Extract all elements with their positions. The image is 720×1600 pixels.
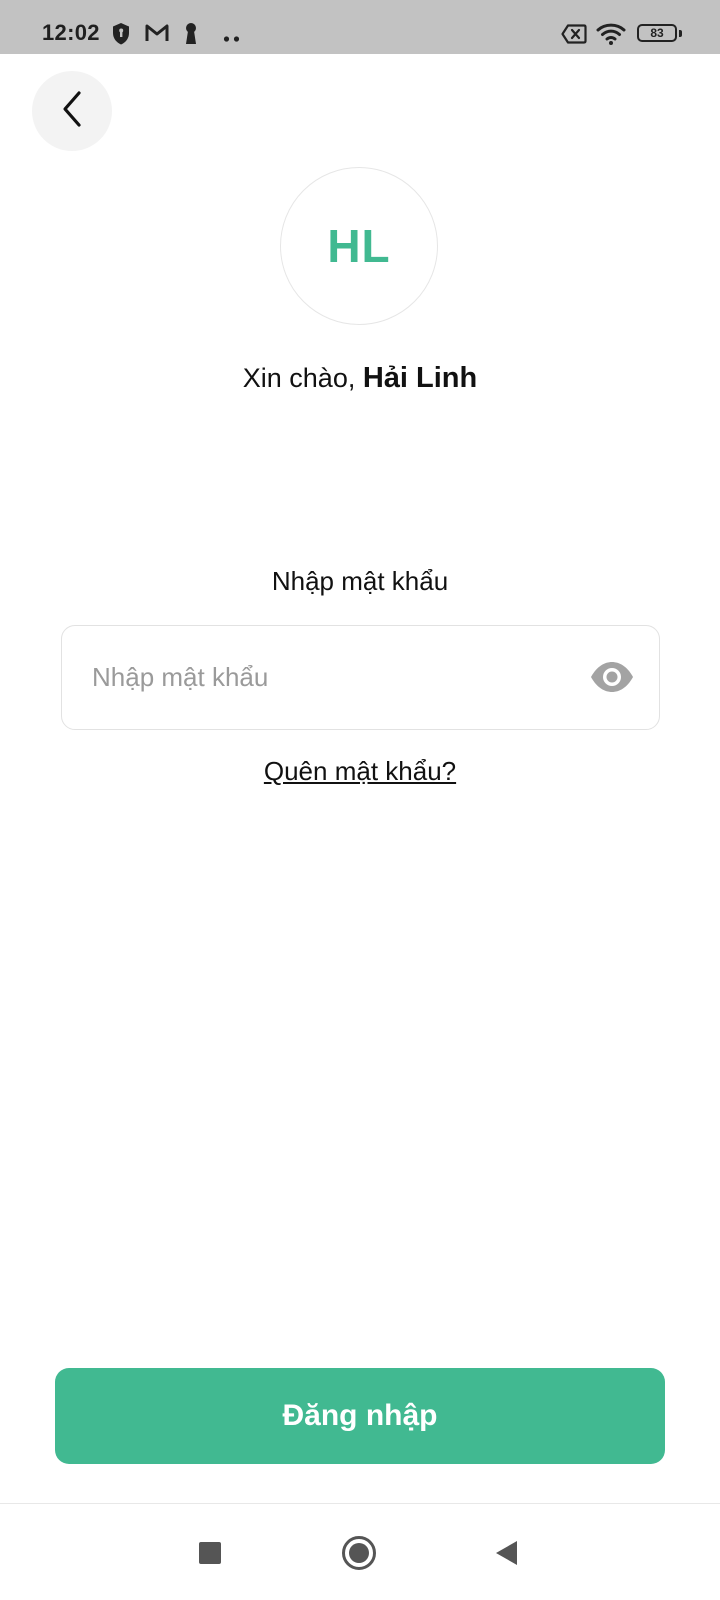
gmail-icon	[145, 22, 169, 49]
more-dots-icon	[223, 30, 241, 48]
system-nav-bar	[0, 1504, 720, 1600]
forgot-password-link[interactable]: Quên mật khẩu?	[264, 756, 456, 786]
battery-tip	[679, 30, 682, 37]
status-time: 12:02	[42, 20, 100, 45]
battery-icon: 83	[637, 24, 677, 42]
greeting-prefix: Xin chào,	[242, 363, 363, 393]
sim-off-icon	[561, 24, 587, 49]
user-name: Hải Linh	[362, 362, 478, 394]
avatar: HL	[280, 167, 438, 325]
recents-square-icon[interactable]	[199, 1542, 221, 1564]
chevron-left-icon	[59, 89, 85, 134]
back-triangle-icon[interactable]	[494, 1540, 518, 1566]
eye-icon[interactable]	[589, 660, 635, 694]
password-field	[61, 625, 660, 730]
password-label: Nhập mật khẩu	[271, 566, 449, 596]
login-screen: 12:02 83 HL Xin chào, Hải Linh Nhập mật …	[0, 0, 720, 1600]
wifi-icon	[596, 22, 626, 51]
status-bar: 12:02 83	[0, 0, 720, 54]
greeting: Xin chào, Hải Linh	[0, 362, 720, 395]
shield-icon	[111, 22, 131, 51]
password-input[interactable]	[92, 626, 552, 729]
back-button[interactable]	[32, 71, 112, 151]
home-circle-icon[interactable]	[341, 1535, 377, 1571]
forgot-password-container: Quên mật khẩu?	[0, 756, 720, 787]
keyhole-icon	[183, 22, 199, 51]
login-button[interactable]: Đăng nhập	[55, 1368, 665, 1464]
